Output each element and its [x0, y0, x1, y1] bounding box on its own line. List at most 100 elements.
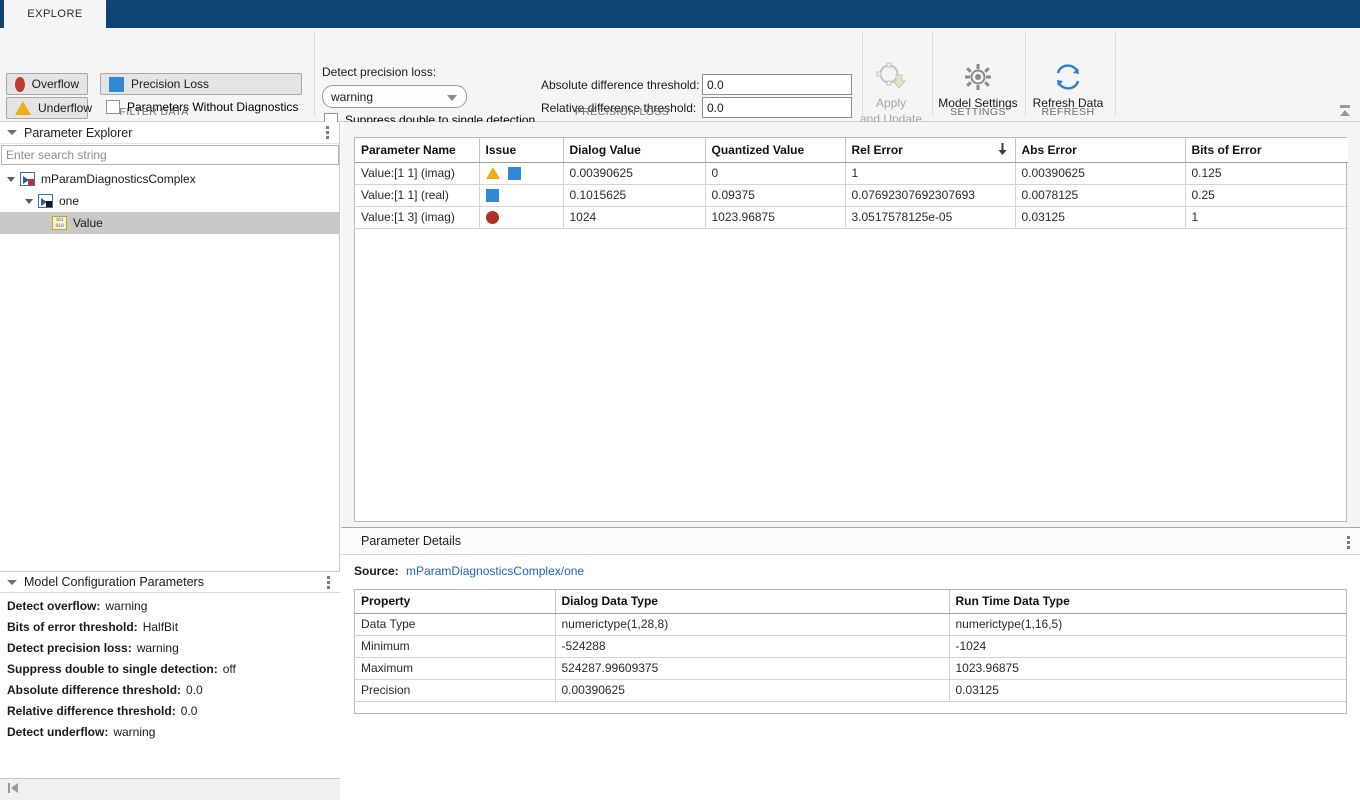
- details-cell-runtime: numerictype(1,16,5): [949, 613, 1346, 635]
- precision-loss-icon: [109, 77, 124, 92]
- chevron-down-icon: [447, 95, 457, 101]
- details-cell-dialog: numerictype(1,28,8): [555, 613, 949, 635]
- collapse-ribbon-icon[interactable]: [1336, 103, 1354, 119]
- parameter-table-grid: Parameter Name Issue Dialog Value Quanti…: [355, 138, 1348, 229]
- filter-overflow-label: Overflow: [32, 77, 79, 91]
- cell-abs-error: 0.0078125: [1015, 184, 1185, 206]
- config-row-value: warning: [137, 641, 179, 655]
- refresh-data-button[interactable]: Refresh Data: [1022, 60, 1114, 110]
- more-options-icon[interactable]: [1347, 536, 1350, 549]
- model-icon: [20, 172, 35, 186]
- collapse-panel-icon[interactable]: [6, 781, 20, 798]
- cell-quantized-value: 0.09375: [705, 184, 845, 206]
- tab-explore[interactable]: EXPLORE: [4, 0, 106, 28]
- chevron-down-icon[interactable]: [7, 580, 17, 585]
- detect-precision-loss-select[interactable]: warning: [322, 85, 467, 108]
- subsystem-icon: [38, 194, 53, 208]
- left-panel: Parameter Explorer Enter search string m…: [0, 122, 340, 800]
- column-header-bits-of-error[interactable]: Bits of Error: [1185, 138, 1348, 162]
- details-row: Maximum 524287.99609375 1023.96875: [355, 657, 1346, 679]
- parameter-table: Parameter Name Issue Dialog Value Quanti…: [354, 137, 1347, 522]
- config-row-name: Relative difference threshold:: [7, 704, 176, 718]
- details-cell-runtime: 1023.96875: [949, 657, 1346, 679]
- config-row: Relative difference threshold:0.0: [7, 704, 340, 725]
- column-header-issue[interactable]: Issue: [479, 138, 563, 162]
- detect-precision-loss-label: Detect precision loss:: [322, 65, 436, 79]
- filter-precision-loss-button[interactable]: Precision Loss: [100, 73, 302, 95]
- model-configuration-parameters-header: Model Configuration Parameters: [0, 571, 340, 593]
- column-header-quantized-value[interactable]: Quantized Value: [705, 138, 845, 162]
- details-column-run-time-data-type: Run Time Data Type: [949, 590, 1346, 613]
- details-cell-runtime: 0.03125: [949, 679, 1346, 701]
- cell-parameter-name: Value:[1 1] (real): [355, 184, 479, 206]
- chevron-down-icon[interactable]: [7, 130, 17, 135]
- column-header-dialog-value[interactable]: Dialog Value: [563, 138, 705, 162]
- tree-expander-icon[interactable]: [25, 199, 33, 204]
- cell-bits-of-error: 1: [1185, 206, 1348, 228]
- cell-bits-of-error: 0.125: [1185, 162, 1348, 184]
- model-settings-button[interactable]: Model Settings: [932, 60, 1024, 110]
- parameter-explorer-title: Parameter Explorer: [24, 126, 132, 140]
- tree-item-mparamdiagnosticscomplex[interactable]: mParamDiagnosticsComplex: [0, 168, 340, 190]
- table-row[interactable]: Value:[1 1] (real) 0.1015625 0.09375 0.0…: [355, 184, 1348, 206]
- overflow-icon: [486, 211, 499, 224]
- main-content: Parameter Name Issue Dialog Value Quanti…: [341, 122, 1360, 800]
- column-header-abs-error[interactable]: Abs Error: [1015, 138, 1185, 162]
- details-cell-property: Minimum: [355, 635, 555, 657]
- tree-item-label: Value: [73, 216, 103, 230]
- parameter-details-title: Parameter Details: [361, 534, 461, 548]
- ribbon-toolbar: Overflow Underflow Precision Loss Parame…: [0, 28, 1360, 122]
- details-cell-property: Data Type: [355, 613, 555, 635]
- model-configuration-parameters-panel: Model Configuration Parameters Detect ov…: [0, 571, 340, 781]
- config-row: Absolute difference threshold:0.0: [7, 683, 340, 704]
- tree-item-label: mParamDiagnosticsComplex: [41, 172, 196, 186]
- details-row: Minimum -524288 -1024: [355, 635, 1346, 657]
- tree-expander-icon[interactable]: [7, 177, 15, 182]
- more-options-icon[interactable]: [327, 576, 330, 589]
- details-column-property: Property: [355, 590, 555, 613]
- cell-issue: [479, 206, 563, 228]
- absolute-difference-threshold-label: Absolute difference threshold:: [541, 78, 700, 92]
- source-row: Source: mParamDiagnosticsComplex/one: [354, 564, 584, 578]
- more-options-icon[interactable]: [326, 126, 329, 139]
- cell-parameter-name: Value:[1 1] (imag): [355, 162, 479, 184]
- details-header-row: Property Dialog Data Type Run Time Data …: [355, 590, 1346, 613]
- overflow-icon: [15, 77, 25, 92]
- precision-loss-icon: [508, 167, 521, 180]
- cell-rel-error: 3.0517578125e-05: [845, 206, 1015, 228]
- column-header-parameter-name[interactable]: Parameter Name: [355, 138, 479, 162]
- details-cell-dialog: 0.00390625: [555, 679, 949, 701]
- left-panel-footer: [0, 778, 340, 800]
- apply-and-update-button[interactable]: Apply and Update: [845, 60, 937, 126]
- table-row[interactable]: Value:[1 1] (imag) 0.00390625 0 1 0.0039…: [355, 162, 1348, 184]
- config-row-name: Detect underflow:: [7, 725, 108, 739]
- tree-item-value[interactable]: 101010 Value: [0, 212, 340, 234]
- parameter-details-panel: Parameter Details Source: mParamDiagnost…: [341, 527, 1360, 800]
- details-cell-dialog: -524288: [555, 635, 949, 657]
- filter-overflow-button[interactable]: Overflow: [6, 73, 88, 95]
- config-row: Detect precision loss:warning: [7, 641, 340, 662]
- config-row: Bits of error threshold:HalfBit: [7, 620, 340, 641]
- parameter-details-header: Parameter Details: [341, 528, 1360, 555]
- gear-icon: [963, 60, 993, 94]
- column-header-rel-error[interactable]: Rel Error: [845, 138, 1015, 162]
- sort-descending-icon: [998, 143, 1007, 156]
- tree-item-label: one: [59, 194, 79, 208]
- search-input[interactable]: Enter search string: [1, 145, 339, 165]
- absolute-difference-threshold-input[interactable]: 0.0: [702, 74, 852, 95]
- settings-group-label: SETTINGS: [932, 106, 1024, 118]
- table-row[interactable]: Value:[1 3] (imag) 1024 1023.96875 3.051…: [355, 206, 1348, 228]
- model-configuration-list: Detect overflow: warning Bits of error th…: [0, 593, 340, 746]
- config-row-value: 0.0: [186, 683, 203, 697]
- precision-loss-icon: [486, 189, 499, 202]
- cell-rel-error: 0.07692307692307693: [845, 184, 1015, 206]
- filter-precision-loss-label: Precision Loss: [131, 77, 209, 91]
- details-table-grid: Property Dialog Data Type Run Time Data …: [355, 590, 1346, 702]
- config-row: Suppress double to single detection:off: [7, 662, 340, 683]
- config-row-value: warning: [113, 725, 155, 739]
- source-link[interactable]: mParamDiagnosticsComplex/one: [406, 564, 584, 578]
- cell-dialog-value: 0.00390625: [563, 162, 705, 184]
- config-row-name: Detect overflow:: [7, 599, 100, 613]
- tree-item-one[interactable]: one: [0, 190, 340, 212]
- details-cell-property: Precision: [355, 679, 555, 701]
